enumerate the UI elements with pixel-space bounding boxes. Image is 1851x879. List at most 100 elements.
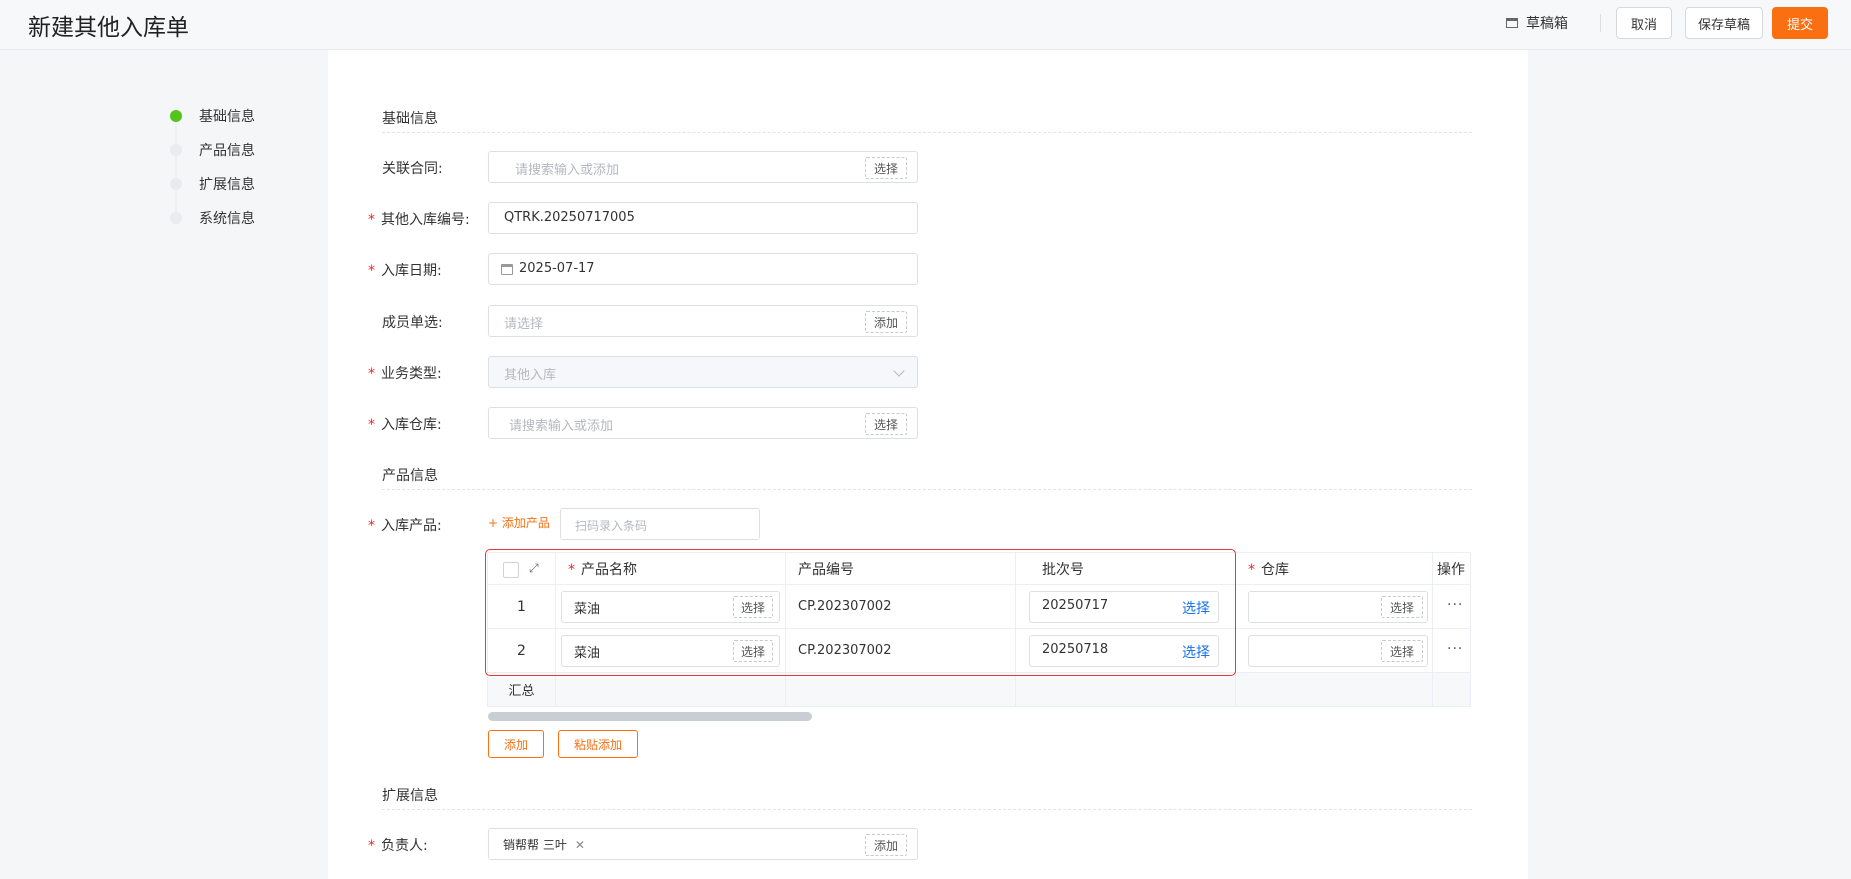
summary-cell	[785, 672, 1016, 707]
paste-add-button[interactable]: 粘贴添加	[558, 730, 638, 758]
actions-cell: ···	[1432, 628, 1471, 673]
drafts-button[interactable]: 草稿箱	[1506, 13, 1568, 33]
summary-label: 汇总	[487, 672, 556, 707]
step-product-info[interactable]: 产品信息	[170, 138, 290, 160]
add-row-button[interactable]: 添加	[488, 730, 544, 758]
product-name-cell: 菜油 选择	[555, 628, 786, 673]
warehouse-select-button[interactable]: 选择	[1381, 640, 1423, 662]
col-batch-no: 批次号	[1015, 552, 1236, 585]
warehouse-input[interactable]: 选择	[1248, 591, 1428, 623]
step-system-info[interactable]: 系统信息	[170, 206, 290, 228]
drafts-label: 草稿箱	[1526, 16, 1568, 32]
more-actions-icon[interactable]: ···	[1447, 641, 1463, 657]
summary-cell	[1432, 672, 1471, 707]
horizontal-scrollbar[interactable]	[488, 712, 812, 721]
batch-value: 20250718	[1042, 642, 1109, 657]
product-name-value: 菜油	[574, 602, 601, 617]
step-dot-active	[170, 110, 182, 122]
select-all-cell: ⤢	[487, 552, 556, 585]
batch-select-link[interactable]: 选择	[1182, 598, 1210, 618]
contract-label: 关联合同:	[382, 161, 443, 177]
summary-cell	[555, 672, 786, 707]
doc-no-label: * 其他入库编号:	[368, 212, 470, 228]
step-dot	[170, 212, 182, 224]
select-all-checkbox[interactable]	[503, 562, 519, 578]
table-row: 2 菜油 选择 CP.202307002 20250718 选择 选择 ···	[487, 628, 1471, 673]
doc-no-field[interactable]: QTRK.20250717005	[488, 202, 918, 234]
actions-cell: ···	[1432, 584, 1471, 629]
biz-type-value: 其他入库	[504, 368, 557, 383]
header-divider	[1600, 14, 1601, 32]
table-row: 1 菜油 选择 CP.202307002 20250717 选择 选择 ···	[487, 584, 1471, 629]
product-select-button[interactable]: 选择	[733, 640, 773, 662]
product-select-button[interactable]: 选择	[733, 596, 773, 618]
step-label: 系统信息	[199, 211, 255, 227]
section-title-extended: 扩展信息	[382, 788, 438, 804]
step-extended-info[interactable]: 扩展信息	[170, 172, 290, 194]
warehouse-field[interactable]: 请搜索输入或添加 选择	[488, 407, 918, 439]
row-index: 1	[487, 584, 556, 629]
contract-field[interactable]: 请搜索输入或添加 选择	[488, 151, 918, 183]
warehouse-label: * 入库仓库:	[368, 417, 442, 433]
step-label: 产品信息	[199, 143, 255, 159]
warehouse-placeholder: 请搜索输入或添加	[509, 419, 614, 434]
section-title-product: 产品信息	[382, 468, 438, 484]
biz-type-select[interactable]: 其他入库	[488, 356, 918, 388]
step-dot	[170, 178, 182, 190]
date-label: * 入库日期:	[368, 263, 442, 279]
product-name-value: 菜油	[574, 646, 601, 661]
product-code-cell: CP.202307002	[785, 584, 1016, 629]
batch-input[interactable]: 20250717 选择	[1029, 591, 1219, 623]
product-name-input[interactable]: 菜油 选择	[561, 635, 780, 667]
warehouse-cell: 选择	[1235, 628, 1433, 673]
member-label: 成员单选:	[382, 315, 443, 331]
date-field[interactable]: 2025-07-17	[488, 253, 918, 285]
warehouse-cell: 选择	[1235, 584, 1433, 629]
member-field[interactable]: 请选择 添加	[488, 305, 918, 337]
summary-row: 汇总	[487, 672, 1471, 707]
page-header: 新建其他入库单 草稿箱 取消 保存草稿 提交	[0, 0, 1851, 50]
step-label: 扩展信息	[199, 177, 255, 193]
drafts-box-icon	[1506, 18, 1518, 28]
contract-select-button[interactable]: 选择	[865, 157, 907, 179]
step-basic-info[interactable]: 基础信息	[170, 104, 290, 126]
more-actions-icon[interactable]: ···	[1447, 597, 1463, 613]
step-dot	[170, 144, 182, 156]
warehouse-select-button[interactable]: 选择	[1381, 596, 1423, 618]
save-draft-button[interactable]: 保存草稿	[1685, 7, 1763, 39]
barcode-scan-input[interactable]: 扫码录入条码	[560, 508, 760, 540]
warehouse-select-button[interactable]: 选择	[865, 413, 907, 435]
section-title-basic: 基础信息	[382, 111, 438, 127]
member-add-button[interactable]: 添加	[865, 311, 907, 333]
date-value: 2025-07-17	[519, 261, 595, 276]
product-name-input[interactable]: 菜油 选择	[561, 591, 780, 623]
owner-tag-label: 销帮帮 三叶	[503, 838, 567, 852]
add-product-link[interactable]: + 添加产品	[488, 514, 550, 531]
submit-button[interactable]: 提交	[1772, 7, 1828, 39]
batch-value: 20250717	[1042, 598, 1109, 613]
batch-input[interactable]: 20250718 选择	[1029, 635, 1219, 667]
section-divider	[382, 809, 1472, 810]
batch-cell: 20250717 选择	[1015, 584, 1236, 629]
cancel-button[interactable]: 取消	[1616, 7, 1672, 39]
owner-add-button[interactable]: 添加	[865, 834, 907, 856]
row-index: 2	[487, 628, 556, 673]
biz-type-label: * 业务类型:	[368, 366, 442, 382]
summary-cell	[1015, 672, 1236, 707]
batch-select-link[interactable]: 选择	[1182, 642, 1210, 662]
col-warehouse: * 仓库	[1235, 552, 1433, 585]
page-title: 新建其他入库单	[28, 15, 189, 41]
warehouse-input[interactable]: 选择	[1248, 635, 1428, 667]
contract-placeholder: 请搜索输入或添加	[515, 163, 620, 178]
doc-no-value: QTRK.20250717005	[504, 210, 635, 225]
product-code-cell: CP.202307002	[785, 628, 1016, 673]
products-label: * 入库产品:	[368, 518, 442, 534]
owner-label: * 负责人:	[368, 838, 428, 854]
expand-icon[interactable]: ⤢	[529, 562, 541, 574]
col-product-name: * 产品名称	[555, 552, 786, 585]
barcode-scan-placeholder: 扫码录入条码	[575, 519, 648, 533]
chevron-down-icon	[893, 365, 905, 377]
member-placeholder: 请选择	[504, 317, 544, 332]
owner-field[interactable]: 销帮帮 三叶 ✕ 添加	[488, 828, 918, 860]
remove-tag-icon[interactable]: ✕	[575, 838, 585, 852]
